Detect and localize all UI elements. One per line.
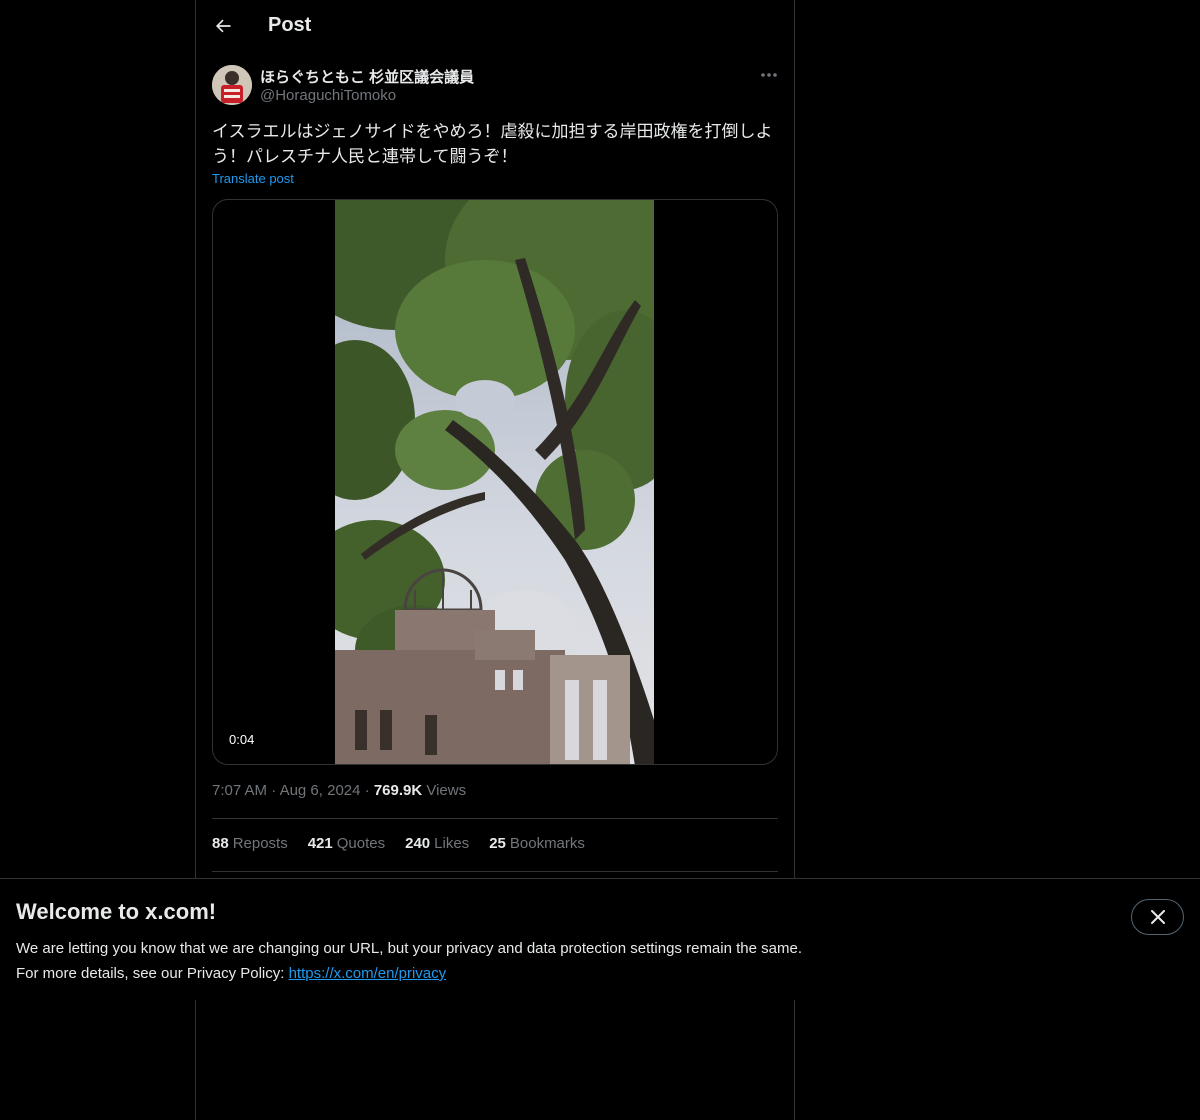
meta-separator: · xyxy=(271,782,280,799)
post-video[interactable]: 0:04 xyxy=(212,199,778,765)
views-count: 769.9K xyxy=(373,782,423,799)
bookmarks-stat[interactable]: 25 Bookmarks xyxy=(489,835,585,852)
author-display-name[interactable]: ほらぐちともこ 杉並区議会議員 xyxy=(260,66,474,87)
divider xyxy=(212,871,778,872)
close-banner-button[interactable] xyxy=(1131,899,1184,935)
banner-line-2: For more details, see our Privacy Policy… xyxy=(16,961,1016,986)
post-meta: 7:07 AM · Aug 6, 2024 · 769.9K Views xyxy=(212,782,466,799)
post-date[interactable]: Aug 6, 2024 xyxy=(280,782,361,799)
banner-title: Welcome to x.com! xyxy=(16,899,217,924)
banner-text: We are letting you know that we are chan… xyxy=(16,936,1016,986)
video-duration: 0:04 xyxy=(223,730,261,749)
more-horizontal-icon xyxy=(761,73,777,77)
banner-line-2-prefix: For more details, see our Privacy Policy… xyxy=(16,965,289,982)
post-stats: 88 Reposts 421 Quotes 240 Likes 25 Bookmarks xyxy=(212,835,585,852)
quotes-label: Quotes xyxy=(336,835,386,852)
quotes-stat[interactable]: 421 Quotes xyxy=(308,835,385,852)
arrow-left-icon xyxy=(216,19,231,33)
divider xyxy=(212,818,778,819)
post-time[interactable]: 7:07 AM xyxy=(212,782,267,799)
likes-stat[interactable]: 240 Likes xyxy=(405,835,469,852)
likes-count: 240 xyxy=(405,835,431,852)
video-frame xyxy=(335,200,654,764)
quotes-count: 421 xyxy=(307,835,333,852)
views-label: Views xyxy=(426,782,467,799)
bookmarks-count: 25 xyxy=(489,835,506,852)
page-title: Post xyxy=(268,14,312,36)
author-handle[interactable]: @HoraguchiTomoko xyxy=(260,87,396,104)
reposts-stat[interactable]: 88 Reposts xyxy=(212,835,288,852)
post-text: イスラエルはジェノサイドをやめろ！虐殺に加担する岸田政権を打倒しよう！パレスチナ… xyxy=(212,122,773,166)
translate-post-link[interactable]: Translate post xyxy=(212,171,294,186)
bookmarks-label: Bookmarks xyxy=(509,835,585,852)
banner-line-1: We are letting you know that we are chan… xyxy=(16,940,802,957)
page-header: Post xyxy=(196,0,794,54)
avatar[interactable] xyxy=(212,65,252,105)
close-icon xyxy=(1150,910,1165,924)
likes-label: Likes xyxy=(434,835,470,852)
back-button[interactable] xyxy=(206,9,240,43)
reposts-label: Reposts xyxy=(232,835,288,852)
reposts-count: 88 xyxy=(212,835,229,852)
meta-separator: · xyxy=(364,782,374,799)
url-change-banner: Welcome to x.com! We are letting you kno… xyxy=(0,878,1200,1000)
privacy-policy-link[interactable]: https://x.com/en/privacy xyxy=(289,965,447,982)
more-options-button[interactable] xyxy=(752,64,786,86)
